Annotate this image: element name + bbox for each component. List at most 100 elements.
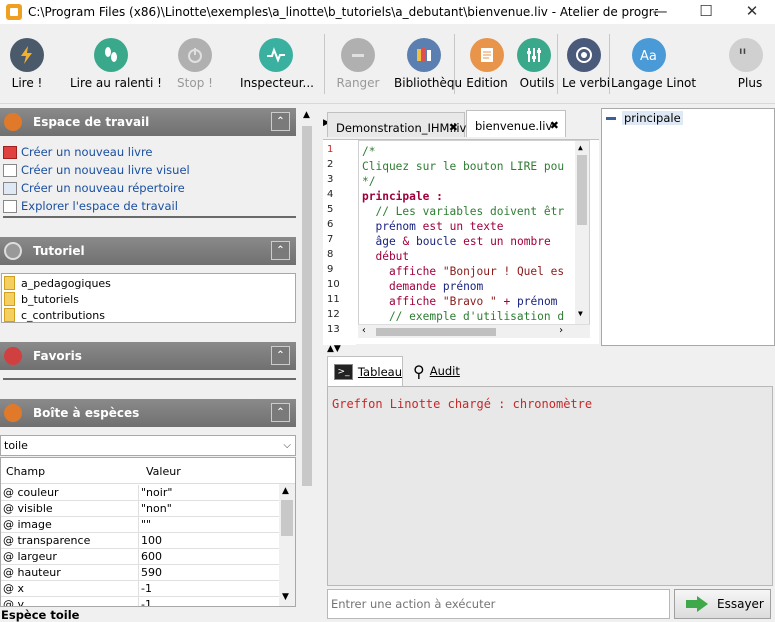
outils-button[interactable]: Outils	[515, 24, 559, 104]
scroll-thumb[interactable]	[302, 126, 312, 486]
scroll-thumb[interactable]	[281, 500, 293, 536]
tab-bienvenue[interactable]: bienvenue.liv ✖	[466, 110, 566, 137]
tree-item[interactable]: c_contributions	[4, 307, 105, 323]
lire-button[interactable]: Lire !	[0, 24, 54, 104]
left-panel-scrollbar[interactable]: ▲	[299, 108, 316, 622]
bibliotheque-button[interactable]: Bibliothèqu	[394, 24, 462, 104]
ranger-button[interactable]: Ranger	[333, 24, 383, 104]
valeur-cell[interactable]: ""	[141, 518, 151, 531]
champ-cell: @ transparence	[3, 534, 91, 547]
table-row[interactable]: @ couleur "noir"	[1, 485, 279, 501]
code-line: affiche "Bravo " + prénom	[388, 295, 558, 308]
quote-icon: "	[729, 38, 763, 72]
valeur-cell[interactable]: 590	[141, 566, 162, 579]
minimize-button[interactable]: —	[637, 0, 683, 24]
table-header: Champ Valeur	[1, 458, 295, 484]
tree-item[interactable]: b_tutoriels	[4, 291, 79, 307]
scroll-thumb[interactable]	[376, 328, 496, 336]
table-row[interactable]: @ x -1	[1, 581, 279, 597]
valeur-cell[interactable]: "non"	[141, 502, 172, 515]
valeur-cell[interactable]: 600	[141, 550, 162, 563]
scroll-up-icon[interactable]: ▲	[303, 110, 310, 120]
status-text: Espèce toile	[1, 608, 80, 622]
champ-cell: @ x	[3, 582, 25, 595]
valeur-cell[interactable]: -1	[141, 582, 152, 595]
workspace-header[interactable]: Espace de travail ⌃	[0, 108, 296, 136]
code-text[interactable]: /* Cliquez sur le bouton LIRE pou */ pri…	[358, 140, 590, 330]
toolbar: Lire ! Lire au ralenti ! Stop ! Inspecte…	[0, 24, 775, 104]
line-number: 11	[327, 294, 340, 305]
collapse-icon[interactable]: ⌃	[271, 241, 290, 260]
table-row[interactable]: @ transparence 100	[1, 533, 279, 549]
edition-button[interactable]: Edition	[462, 24, 512, 104]
valeur-cell[interactable]: -1	[141, 598, 152, 606]
valeur-cell[interactable]: "noir"	[141, 486, 172, 499]
line-number: 9	[327, 264, 334, 275]
collapse-icon[interactable]: ⌃	[271, 346, 290, 365]
divider	[3, 378, 296, 380]
scroll-right-icon[interactable]: ›	[558, 325, 564, 336]
tab-audit[interactable]: ⚲ Audit	[407, 356, 471, 386]
tutoriel-tree: a_pedagogiques b_tutoriels c_contributio…	[1, 273, 296, 323]
code-vscrollbar[interactable]: ▲ ▼	[575, 141, 589, 325]
close-button[interactable]: ✕	[729, 0, 775, 24]
code-hscrollbar[interactable]: ‹ ›	[358, 324, 590, 338]
scroll-thumb[interactable]	[577, 155, 587, 225]
action-input[interactable]	[327, 589, 670, 619]
terminal-icon: >_	[334, 363, 353, 380]
folder-icon	[3, 181, 17, 195]
outline-panel: principale	[601, 108, 775, 346]
especes-header[interactable]: Boîte à espèces ⌃	[0, 399, 296, 427]
collapse-icon[interactable]: ⌃	[271, 403, 290, 422]
arrow-right-icon	[686, 596, 708, 612]
close-tab-icon[interactable]: ✖	[449, 121, 458, 134]
favoris-header[interactable]: Favoris ⌃	[0, 342, 296, 370]
link-nouveau-repertoire[interactable]: Créer un nouveau répertoire	[3, 179, 185, 197]
link-nouveau-livre[interactable]: Créer un nouveau livre	[3, 143, 153, 161]
essayer-button[interactable]: Essayer	[674, 589, 771, 619]
lire-ralenti-button[interactable]: Lire au ralenti !	[70, 24, 162, 104]
plus-button[interactable]: " Plus	[728, 24, 772, 104]
table-row[interactable]: @ image ""	[1, 517, 279, 533]
table-scrollbar[interactable]: ▲ ▼	[279, 484, 295, 606]
scroll-down-icon[interactable]: ▼	[578, 309, 583, 318]
maximize-button[interactable]: ☐	[683, 0, 729, 24]
code-editor[interactable]: 1 2 3 4 5 6 7 8 9 10 11 12 13 /* Cliquez sur le bout…	[323, 139, 599, 345]
scroll-up-icon[interactable]: ▲	[282, 486, 289, 496]
chevron-down-icon: ⌵	[283, 440, 291, 451]
console-output: Greffon Linotte chargé : chronomètre	[327, 386, 773, 586]
tab-tableau[interactable]: >_ Tableau	[327, 356, 403, 386]
outline-item[interactable]: principale	[606, 111, 683, 125]
table-row[interactable]: @ y -1	[1, 597, 279, 607]
link-nouveau-livre-visuel[interactable]: Créer un nouveau livre visuel	[3, 161, 190, 179]
close-tab-icon[interactable]: ✖	[550, 119, 559, 132]
tutoriel-header[interactable]: Tutoriel ⌃	[0, 237, 296, 265]
inspecteur-button[interactable]: Inspecteur...	[240, 24, 314, 104]
scroll-left-icon[interactable]: ‹	[361, 325, 367, 336]
line-number: 6	[327, 219, 334, 230]
table-row[interactable]: @ largeur 600	[1, 549, 279, 565]
langage-button[interactable]: Aa Langage Linot	[611, 24, 696, 104]
tree-item[interactable]: a_pedagogiques	[4, 275, 111, 291]
folder-icon	[4, 308, 15, 322]
scroll-down-icon[interactable]: ▼	[282, 592, 289, 602]
stop-button[interactable]: Stop !	[170, 24, 220, 104]
table-row[interactable]: @ visible "non"	[1, 501, 279, 517]
scroll-up-icon[interactable]: ▲	[578, 143, 583, 152]
tab-demonstration[interactable]: Demonstration_IHM.liv ✖	[327, 112, 466, 137]
code-line: début	[362, 250, 410, 263]
map-icon	[4, 404, 22, 422]
verbier-button[interactable]: Le verbi	[562, 24, 610, 104]
split-handle[interactable]: ▲▼	[323, 344, 775, 354]
espece-select[interactable]: toile ⌵	[0, 435, 296, 456]
procedure-icon	[606, 116, 616, 120]
triangle-icon[interactable]: ▲▼	[327, 344, 341, 354]
link-explorer[interactable]: Explorer l'espace de travail	[3, 197, 178, 215]
explore-icon	[3, 199, 17, 213]
valeur-cell[interactable]: 100	[141, 534, 162, 547]
collapse-icon[interactable]: ⌃	[271, 112, 290, 131]
champ-cell: @ y	[3, 598, 25, 607]
table-row[interactable]: @ hauteur 590	[1, 565, 279, 581]
divider	[3, 216, 296, 218]
title-bar: C:\Program Files (x86)\Linotte\exemples\…	[0, 0, 775, 24]
